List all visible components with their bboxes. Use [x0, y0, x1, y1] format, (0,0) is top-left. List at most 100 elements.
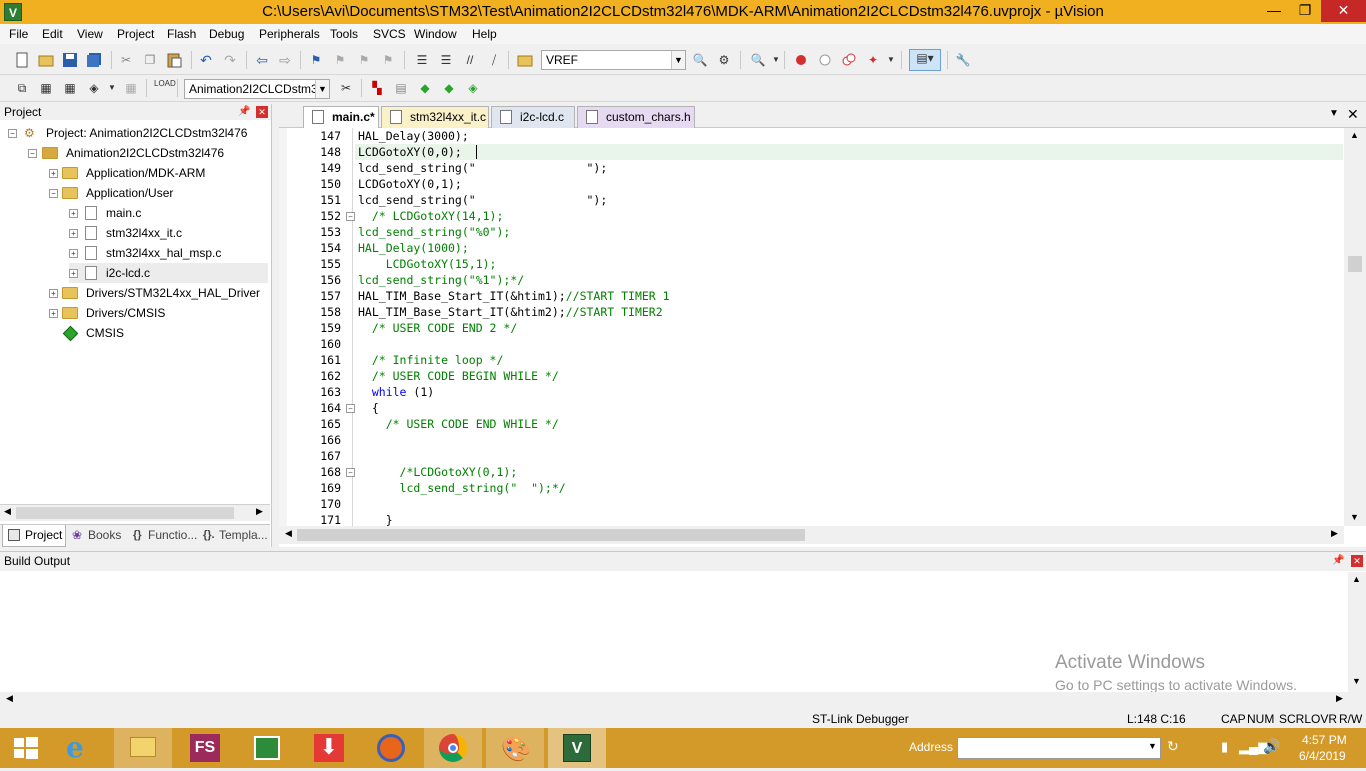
- pin-icon[interactable]: 📌: [1332, 552, 1344, 570]
- code-line[interactable]: HAL_Delay(3000);: [358, 128, 469, 144]
- expand-icon[interactable]: +: [69, 229, 78, 238]
- expand-icon[interactable]: +: [69, 209, 78, 218]
- expand-icon[interactable]: +: [49, 169, 58, 178]
- code-line[interactable]: LCDGotoXY(15,1);: [358, 256, 497, 272]
- rebuild-icon[interactable]: ▦: [62, 80, 78, 96]
- code-line[interactable]: while (1): [358, 384, 434, 400]
- find-icon[interactable]: 🔍: [692, 52, 708, 68]
- clock-time[interactable]: 4:57 PM: [1302, 733, 1347, 747]
- file-explorer-icon[interactable]: [114, 728, 172, 768]
- indent-icon[interactable]: ☰: [414, 52, 430, 68]
- tab-templates[interactable]: {}. Templa...: [200, 525, 270, 547]
- open-file-icon[interactable]: [38, 52, 54, 68]
- code-line[interactable]: lcd_send_string("%0");: [358, 224, 510, 240]
- copy-icon[interactable]: ❐: [142, 52, 158, 68]
- code-line[interactable]: }: [358, 512, 393, 526]
- menu-view[interactable]: View: [77, 27, 103, 41]
- editor-hscrollbar[interactable]: ◀ ▶: [279, 526, 1344, 544]
- fold-collapse-icon[interactable]: −: [346, 468, 355, 477]
- code-line[interactable]: {: [358, 400, 379, 416]
- close-tab-icon[interactable]: ✕: [1347, 106, 1359, 123]
- clock-date[interactable]: 6/4/2019: [1299, 749, 1346, 763]
- find-in-files-icon[interactable]: [517, 52, 533, 68]
- menu-peripherals[interactable]: Peripherals: [259, 27, 320, 41]
- navigate-forward-icon[interactable]: ⇨: [277, 52, 293, 68]
- tab-custom-chars-h[interactable]: custom_chars.h: [577, 106, 695, 128]
- tab-books[interactable]: ❀ Books: [68, 525, 128, 547]
- save-icon[interactable]: [62, 52, 78, 68]
- code-line[interactable]: /* USER CODE BEGIN WHILE */: [358, 368, 559, 384]
- scroll-down-icon[interactable]: ▼: [1350, 512, 1359, 522]
- menu-svcs[interactable]: SVCS: [373, 27, 406, 41]
- scroll-right-icon[interactable]: ▶: [256, 506, 263, 517]
- scroll-thumb[interactable]: [16, 507, 234, 519]
- next-bookmark-icon[interactable]: ⚑: [356, 52, 372, 68]
- select-packs-icon[interactable]: ◆: [441, 80, 457, 96]
- code-line[interactable]: /* USER CODE END 2 */: [358, 320, 517, 336]
- manage-project-icon[interactable]: ▤: [393, 80, 409, 96]
- build-output-text[interactable]: [0, 572, 1348, 692]
- code-line[interactable]: HAL_Delay(1000);: [358, 240, 469, 256]
- build-output-vscrollbar[interactable]: ▲ ▼: [1348, 572, 1366, 692]
- code-line[interactable]: lcd_send_string(" ");: [358, 192, 607, 208]
- chrome-icon[interactable]: [424, 728, 482, 768]
- restore-button[interactable]: ❐: [1290, 0, 1320, 22]
- new-file-icon[interactable]: [14, 52, 30, 68]
- code-line[interactable]: /* USER CODE END WHILE */: [358, 416, 559, 432]
- close-button[interactable]: ✕: [1321, 0, 1366, 22]
- scroll-right-icon[interactable]: ▶: [1331, 528, 1338, 539]
- fs-app-icon[interactable]: FS: [176, 728, 234, 768]
- scroll-up-icon[interactable]: ▲: [1350, 130, 1359, 140]
- refresh-icon[interactable]: ↻: [1167, 738, 1179, 755]
- insert-breakpoint-icon[interactable]: [793, 52, 809, 68]
- code-line[interactable]: HAL_TIM_Base_Start_IT(&htim2);//START TI…: [358, 304, 663, 320]
- chevron-down-icon[interactable]: ▼: [104, 80, 120, 96]
- scroll-thumb[interactable]: [297, 529, 805, 541]
- download-manager-icon[interactable]: ⬇: [300, 728, 358, 768]
- expand-icon[interactable]: +: [49, 289, 58, 298]
- menu-project[interactable]: Project: [117, 27, 154, 41]
- batch-build-icon[interactable]: ◈: [86, 80, 102, 96]
- tree-file-i2c-lcd-c[interactable]: + i2c-lcd.c: [69, 263, 268, 283]
- unindent-icon[interactable]: ☰: [438, 52, 454, 68]
- chevron-down-icon[interactable]: ▼: [315, 80, 329, 98]
- code-line[interactable]: lcd_send_string(" ");: [358, 160, 607, 176]
- comment-icon[interactable]: //: [462, 52, 478, 68]
- menu-flash[interactable]: Flash: [167, 27, 196, 41]
- menu-help[interactable]: Help: [472, 27, 497, 41]
- pin-icon[interactable]: 📌: [238, 104, 250, 120]
- save-all-icon[interactable]: [86, 52, 102, 68]
- scroll-up-icon[interactable]: ▲: [1352, 574, 1361, 584]
- chevron-down-icon[interactable]: ▼: [883, 52, 899, 68]
- firefox-icon[interactable]: [362, 728, 420, 768]
- store-icon[interactable]: [238, 728, 296, 768]
- paint-icon[interactable]: 🎨: [486, 728, 544, 768]
- menu-window[interactable]: Window: [414, 27, 457, 41]
- tab-i2c-lcd-c[interactable]: i2c-lcd.c: [491, 106, 575, 128]
- paste-icon[interactable]: [166, 52, 182, 68]
- undo-icon[interactable]: ↶: [198, 52, 214, 68]
- collapse-icon[interactable]: −: [8, 129, 17, 138]
- code-line[interactable]: /*LCDGotoXY(0,1);: [358, 464, 518, 480]
- tab-stm32l4xx-it-c[interactable]: stm32l4xx_it.c: [381, 106, 489, 128]
- expand-icon[interactable]: +: [69, 269, 78, 278]
- battery-icon[interactable]: ▮: [1221, 739, 1228, 755]
- code-line[interactable]: lcd_send_string("%1");*/: [358, 272, 524, 288]
- incremental-find-icon[interactable]: ⚙: [716, 52, 732, 68]
- disable-breakpoints-icon[interactable]: [841, 52, 857, 68]
- collapse-icon[interactable]: −: [49, 189, 58, 198]
- fold-collapse-icon[interactable]: −: [346, 404, 355, 413]
- code-line[interactable]: /* Infinite loop */: [358, 352, 504, 368]
- start-debug-icon[interactable]: 🔍: [750, 52, 766, 68]
- chevron-down-icon[interactable]: ▼: [671, 51, 685, 69]
- menu-debug[interactable]: Debug: [209, 27, 244, 41]
- expand-icon[interactable]: +: [69, 249, 78, 258]
- internet-explorer-icon[interactable]: e: [52, 728, 110, 768]
- file-extensions-icon[interactable]: ▚: [369, 80, 385, 96]
- previous-bookmark-icon[interactable]: ⚑: [332, 52, 348, 68]
- tab-main-c[interactable]: main.c*: [303, 106, 379, 128]
- clear-bookmarks-icon[interactable]: ⚑: [380, 52, 396, 68]
- build-output-hscrollbar[interactable]: ◀ ▶: [0, 692, 1366, 709]
- run-time-environment-icon[interactable]: ◆: [417, 80, 433, 96]
- editor-vscrollbar[interactable]: ▲ ▼: [1344, 128, 1366, 526]
